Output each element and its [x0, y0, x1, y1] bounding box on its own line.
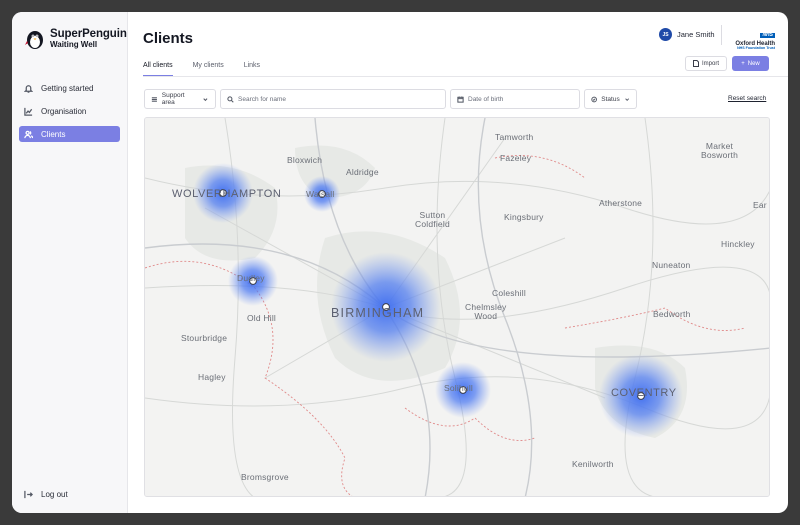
import-label: Import [701, 60, 719, 67]
map-label: Fazeley [500, 153, 532, 163]
date-of-birth-input[interactable]: Date of birth [450, 89, 580, 109]
map-canvas [145, 118, 769, 496]
map-label: Stourbridge [181, 333, 228, 343]
chevron-down-icon [624, 97, 629, 101]
logout-icon [24, 490, 33, 499]
sidebar-item-label: Clients [41, 129, 66, 139]
new-button[interactable]: + New [732, 56, 769, 71]
file-icon [692, 60, 699, 67]
import-button[interactable]: Import [685, 56, 727, 71]
search-placeholder: Search for name [238, 95, 287, 103]
brand-subtitle: Waiting Well [50, 40, 98, 50]
map-label: Old Hill [247, 313, 276, 323]
logout-label: Log out [41, 490, 68, 499]
map-label: Hagley [198, 372, 226, 382]
calendar-icon [457, 95, 464, 103]
sidebar-item-getting-started[interactable]: Getting started [19, 80, 120, 96]
map-label: Bromsgrove [241, 472, 289, 482]
header-divider [721, 25, 722, 45]
list-icon [151, 96, 157, 102]
sidebar: SuperPenguin Waiting Well Getting starte… [12, 12, 128, 513]
chevron-down-icon [203, 97, 208, 101]
nhs-badge: NHS [760, 32, 775, 39]
main-content: Clients JS Jane Smith NHS Oxford Health … [128, 12, 788, 513]
search-input[interactable]: Search for name [220, 89, 446, 109]
map-label: Tamworth [495, 132, 534, 142]
support-area-label: Support area [161, 92, 185, 106]
sidebar-item-clients[interactable]: Clients [19, 126, 120, 142]
dob-placeholder: Date of birth [468, 95, 504, 103]
brand-name: SuperPenguin [50, 27, 127, 40]
tab-underline [143, 76, 788, 77]
map-label: Bloxwich [287, 155, 323, 165]
users-icon [24, 130, 33, 138]
map-label: COVENTRY [611, 387, 677, 399]
plus-icon: + [741, 60, 745, 67]
sidebar-item-organisation[interactable]: Organisation [19, 103, 120, 119]
map-label: Coleshill [492, 288, 526, 298]
page-title: Clients [143, 30, 194, 47]
map-label: Sutton Coldfield [415, 210, 450, 229]
map-label: Atherstone [599, 198, 643, 208]
map-label: Nuneaton [652, 260, 691, 270]
client-map[interactable]: Tamworth Fazeley Market Bosworth Bloxwich Ald… [144, 117, 770, 497]
map-label: Bedworth [653, 309, 691, 319]
reset-search-link[interactable]: Reset search [728, 95, 766, 102]
brand: SuperPenguin Waiting Well [12, 12, 127, 50]
tab-links[interactable]: Links [244, 62, 260, 77]
map-label: Walsall [306, 189, 335, 199]
tab-my-clients[interactable]: My clients [193, 62, 224, 77]
map-label: Market Bosworth [701, 141, 739, 160]
map-label: BIRMINGHAM [331, 306, 425, 320]
bell-icon [24, 84, 33, 93]
new-label: New [747, 60, 760, 67]
map-label: Solihull [444, 383, 474, 393]
map-label: WOLVERHAMPTON [172, 188, 282, 200]
penguin-logo-icon [25, 31, 43, 49]
map-label: Ear [753, 200, 767, 210]
map-label: Kingsbury [504, 212, 544, 222]
map-label: Hinckley [721, 239, 755, 249]
map-label: Chelmsley Wood [465, 302, 507, 321]
status-label: Status [601, 95, 620, 103]
support-area-dropdown[interactable]: Support area [144, 89, 216, 109]
org-logo: NHS Oxford Health NHS Foundation Trust [729, 24, 775, 51]
user-name: Jane Smith [677, 30, 715, 39]
app-window: SuperPenguin Waiting Well Getting starte… [12, 12, 788, 513]
check-circle-icon [591, 96, 597, 102]
avatar: JS [659, 28, 672, 41]
tab-all-clients[interactable]: All clients [143, 62, 173, 77]
tab-bar: All clients My clients Links [143, 62, 260, 77]
map-label: Kenilworth [572, 459, 614, 469]
sidebar-item-label: Organisation [41, 106, 87, 116]
map-label: Aldridge [346, 167, 379, 177]
sidebar-nav: Getting started Organisation Clients [12, 80, 127, 142]
search-icon [227, 95, 234, 103]
chart-icon [24, 107, 33, 116]
logout-button[interactable]: Log out [24, 490, 68, 499]
status-dropdown[interactable]: Status [584, 89, 637, 109]
org-trust: NHS Foundation Trust [737, 46, 775, 51]
map-label: Dudley [237, 273, 265, 283]
user-menu[interactable]: JS Jane Smith [659, 28, 715, 41]
sidebar-item-label: Getting started [41, 83, 94, 93]
